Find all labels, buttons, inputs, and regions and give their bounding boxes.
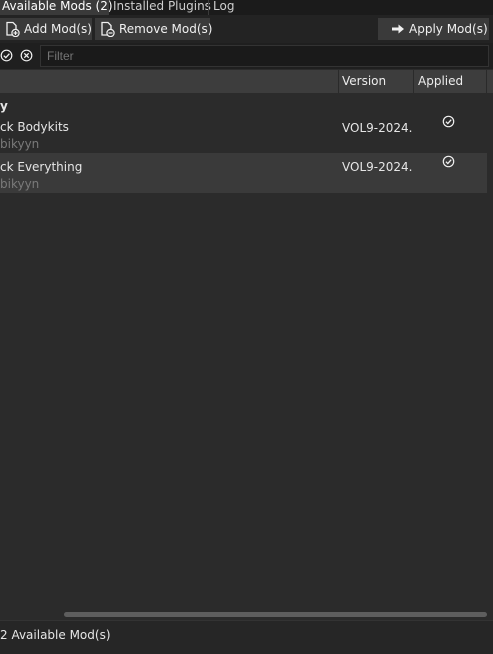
mod-author: bikyyn xyxy=(0,137,40,151)
list-item[interactable] xyxy=(0,113,487,153)
check-circle-icon[interactable] xyxy=(442,115,455,128)
remove-mods-button[interactable]: Remove Mod(s) xyxy=(95,18,213,40)
mod-version: VOL9-2024. xyxy=(342,121,413,135)
tab-installed-plugins[interactable]: Installed Plugins xyxy=(108,0,213,15)
mod-name: ck Everything xyxy=(0,160,83,174)
mod-author: bikyyn xyxy=(0,177,40,191)
tab-available-mods[interactable]: Available Mods (2) xyxy=(0,0,113,15)
add-mods-button[interactable]: Add Mod(s) xyxy=(0,18,92,40)
column-header-version[interactable]: Version xyxy=(342,74,386,88)
column-divider[interactable] xyxy=(413,70,414,93)
horizontal-scrollbar-thumb[interactable] xyxy=(64,612,487,617)
column-divider[interactable] xyxy=(338,70,339,93)
status-text: 2 Available Mod(s) xyxy=(0,628,111,642)
tab-log-label: Log xyxy=(213,0,235,13)
tab-installed-plugins-label: Installed Plugins xyxy=(113,0,211,13)
column-divider[interactable] xyxy=(486,70,487,93)
check-all-icon[interactable] xyxy=(0,49,13,62)
uncheck-all-icon[interactable] xyxy=(20,49,33,62)
add-mods-label: Add Mod(s) xyxy=(24,22,92,36)
group-header: y xyxy=(0,99,8,113)
remove-mods-label: Remove Mod(s) xyxy=(119,22,213,36)
apply-mods-label: Apply Mod(s) xyxy=(409,22,488,36)
column-header-applied[interactable]: Applied xyxy=(418,74,463,88)
tab-log[interactable]: Log xyxy=(208,0,241,15)
add-file-icon xyxy=(6,21,20,37)
apply-mods-button[interactable]: Apply Mod(s) xyxy=(378,18,489,40)
mod-name: ck Bodykits xyxy=(0,120,69,134)
arrow-right-icon xyxy=(392,24,404,34)
remove-file-icon xyxy=(101,21,115,37)
filter-input[interactable] xyxy=(40,45,489,67)
mod-version: VOL9-2024. xyxy=(342,160,413,174)
check-circle-icon[interactable] xyxy=(442,155,455,168)
tab-available-mods-label: Available Mods (2) xyxy=(2,0,113,13)
